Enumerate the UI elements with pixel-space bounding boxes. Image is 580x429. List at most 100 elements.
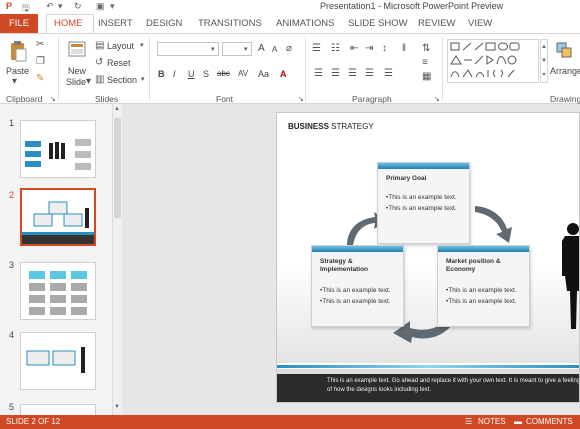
shapes-gallery[interactable]: [447, 39, 539, 83]
reset-icon[interactable]: ↺: [95, 58, 103, 68]
scroll-up-icon[interactable]: ▲: [114, 106, 120, 112]
reset-button[interactable]: Reset: [107, 58, 131, 68]
comments-button[interactable]: COMMENTS: [526, 417, 573, 426]
copy-icon[interactable]: ❐: [36, 57, 45, 67]
font-size-dropdown-icon[interactable]: ▾: [244, 45, 248, 55]
strategy-box[interactable]: Strategy & Implementation •This is an ex…: [311, 245, 404, 327]
grow-font-button[interactable]: A: [258, 43, 265, 54]
undo-dropdown-icon[interactable]: ▾: [58, 1, 63, 12]
font-family-dropdown-icon[interactable]: ▾: [211, 45, 215, 55]
market-position-box[interactable]: Market position & Economy •This is an ex…: [437, 245, 530, 327]
align-left-icon[interactable]: ☰: [314, 69, 323, 79]
scroll-down-icon[interactable]: ▼: [114, 404, 120, 410]
shrink-font-button[interactable]: A: [272, 45, 277, 54]
layout-button[interactable]: Layout: [107, 41, 134, 51]
box-header-bar: [312, 246, 403, 252]
box-bullet: •This is an example text.: [320, 298, 391, 305]
tab-animations[interactable]: ANIMATIONS: [276, 18, 334, 29]
layout-icon[interactable]: ▤: [95, 41, 104, 51]
slide-thumbnail-2[interactable]: [20, 188, 96, 246]
columns-icon[interactable]: ‖: [402, 44, 406, 54]
italic-button[interactable]: I: [173, 69, 176, 79]
align-center-icon[interactable]: ☰: [331, 69, 340, 79]
new-slide-label[interactable]: Slide: [66, 77, 86, 87]
slide-canvas[interactable]: BUSINESS STRATEGY Primary Goal •This is …: [276, 112, 580, 403]
arrange-button[interactable]: Arrange: [550, 66, 580, 76]
primary-goal-box[interactable]: Primary Goal •This is an example text. •…: [377, 162, 470, 244]
status-bar: SLIDE 2 OF 12 ☰ NOTES ▬ COMMENTS: [0, 415, 580, 429]
box-bullet: •This is an example text.: [386, 205, 457, 212]
comments-icon[interactable]: ▬: [514, 417, 522, 426]
clipboard-group-label: Clipboard: [6, 94, 43, 104]
text-direction-icon[interactable]: ⇅: [422, 44, 430, 54]
box-header-bar: [378, 163, 469, 169]
underline-button[interactable]: U: [188, 69, 195, 79]
shadow-button[interactable]: S: [203, 69, 209, 79]
clear-formatting-icon[interactable]: ⌀: [286, 44, 292, 54]
font-family-select[interactable]: [157, 42, 219, 56]
new-slide-icon[interactable]: [68, 40, 86, 60]
section-button[interactable]: Section: [107, 75, 137, 85]
format-painter-icon[interactable]: ✎: [36, 74, 44, 84]
arrange-icon[interactable]: [556, 42, 572, 58]
tab-design[interactable]: DESIGN: [146, 18, 182, 29]
change-case-button[interactable]: Aa: [258, 69, 269, 79]
font-color-button[interactable]: A: [280, 69, 287, 79]
bold-button[interactable]: B: [158, 69, 165, 79]
businessman-silhouette: [562, 223, 579, 329]
section-dropdown-icon[interactable]: ▾: [141, 75, 145, 85]
notes-icon[interactable]: ☰: [465, 417, 472, 426]
thumbnail-number: 5: [9, 402, 15, 412]
thumbnail-number: 1: [9, 118, 15, 128]
tab-view[interactable]: VIEW: [468, 18, 492, 29]
paste-dropdown-icon[interactable]: ▾: [12, 77, 17, 87]
strikethrough-button[interactable]: abc: [217, 69, 230, 78]
notes-button[interactable]: NOTES: [478, 417, 506, 426]
footer-text[interactable]: This is an example text. Go ahead and re…: [327, 377, 579, 395]
align-text-icon[interactable]: ≡: [422, 58, 428, 68]
slides-group-label: Slides: [95, 94, 119, 104]
new-slide-button[interactable]: New: [68, 66, 86, 76]
paste-button[interactable]: Paste: [6, 66, 29, 76]
smartart-icon[interactable]: ▦: [422, 72, 431, 82]
font-group-label: Font: [216, 94, 234, 104]
tab-slide-show[interactable]: SLIDE SHOW: [348, 18, 408, 29]
distributed-icon[interactable]: ☰: [384, 69, 393, 79]
slide-thumbnail-3[interactable]: [20, 262, 96, 320]
numbering-icon[interactable]: ☷: [331, 44, 340, 54]
character-spacing-button[interactable]: AV: [238, 69, 248, 78]
slide-thumbnail-5[interactable]: [20, 404, 96, 415]
redo-icon[interactable]: ↻: [74, 1, 82, 12]
cut-icon[interactable]: ✂: [36, 40, 44, 50]
box-heading: Primary Goal: [386, 175, 427, 182]
paste-icon[interactable]: [9, 40, 27, 62]
scrollbar-thumb[interactable]: [114, 118, 121, 218]
tab-review[interactable]: REVIEW: [418, 18, 455, 29]
divider: [442, 37, 443, 101]
increase-indent-icon[interactable]: ⇥: [365, 44, 373, 54]
slide-counter: SLIDE 2 OF 12: [6, 417, 61, 426]
divider: [58, 37, 59, 101]
box-bullet: •This is an example text.: [446, 287, 517, 294]
shapes-gallery-scroll[interactable]: ▲ ▼ ▾: [540, 39, 548, 83]
box-bullet: •This is an example text.: [320, 287, 391, 294]
tab-home[interactable]: HOME: [54, 18, 83, 29]
tab-transitions[interactable]: TRANSITIONS: [198, 18, 262, 29]
slide-thumbnail-1[interactable]: [20, 120, 96, 178]
bullets-icon[interactable]: ☰: [312, 44, 321, 54]
undo-icon[interactable]: ↶: [46, 1, 54, 12]
section-icon[interactable]: ▥: [95, 75, 104, 85]
thumbnail-scrollbar[interactable]: ▲ ▼: [112, 104, 122, 415]
tab-insert[interactable]: INSERT: [98, 18, 133, 29]
customize-toolbar-icon[interactable]: ▾: [110, 1, 115, 12]
align-right-icon[interactable]: ☰: [348, 69, 357, 79]
decrease-indent-icon[interactable]: ⇤: [350, 44, 358, 54]
start-from-beginning-icon[interactable]: ▣: [96, 1, 105, 12]
line-spacing-icon[interactable]: ↕: [382, 44, 387, 54]
layout-dropdown-icon[interactable]: ▾: [140, 41, 144, 51]
justify-icon[interactable]: ☰: [365, 69, 374, 79]
slide-thumbnail-4[interactable]: [20, 332, 96, 390]
thumbnail-number: 2: [9, 190, 15, 200]
tab-file[interactable]: FILE: [0, 14, 38, 33]
new-slide-dropdown-icon[interactable]: ▾: [86, 77, 91, 87]
